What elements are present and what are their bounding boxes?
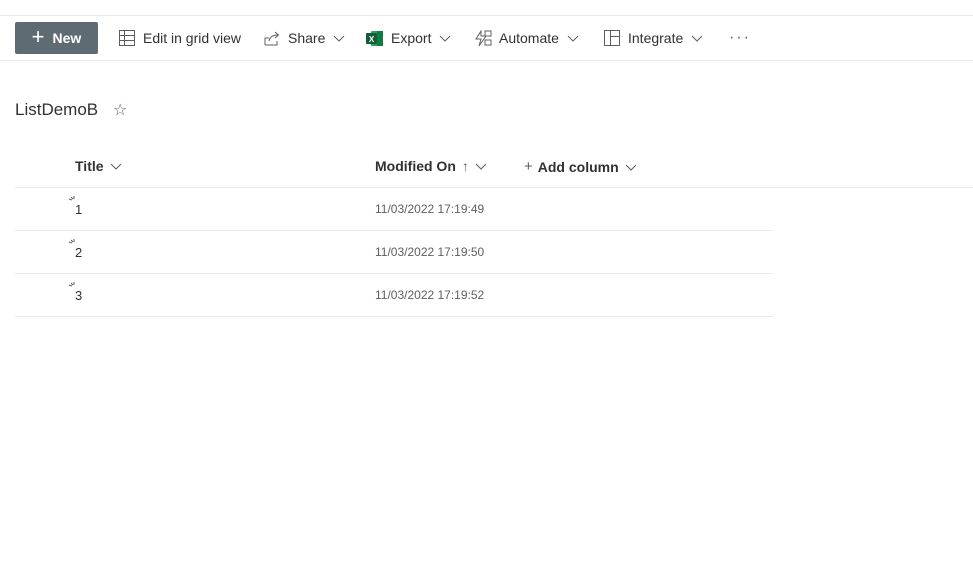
list-row[interactable]: 3 11/03/2022 17:19:52 <box>15 274 773 317</box>
export-button[interactable]: X Export <box>366 22 451 54</box>
integrate-icon <box>603 29 621 47</box>
new-button-label: New <box>52 30 82 46</box>
export-label: Export <box>391 30 432 46</box>
column-header-title-label: Title <box>75 158 104 174</box>
favorite-star-icon[interactable]: ☆ <box>113 100 127 120</box>
share-label: Share <box>288 30 326 46</box>
list-row[interactable]: 2 11/03/2022 17:19:50 <box>15 231 773 274</box>
grid-icon <box>118 29 136 47</box>
edit-grid-view-button[interactable]: Edit in grid view <box>118 22 241 54</box>
modified-on-value: 11/03/2022 17:19:52 <box>375 288 485 302</box>
list-header: Title Modified On ↑ + Add column <box>15 146 973 188</box>
automate-label: Automate <box>499 30 559 46</box>
chevron-down-icon <box>567 35 579 42</box>
excel-icon: X <box>366 29 384 47</box>
plus-icon: + <box>31 24 45 49</box>
chevron-down-icon <box>475 163 487 170</box>
chevron-down-icon <box>440 35 451 42</box>
svg-text:X: X <box>369 35 375 44</box>
chevron-down-icon <box>110 163 121 170</box>
chevron-down-icon <box>625 164 637 171</box>
list-row[interactable]: 1 11/03/2022 17:19:49 <box>15 188 773 231</box>
edit-grid-view-label: Edit in grid view <box>143 30 242 46</box>
more-options-button[interactable]: ··· <box>729 22 751 54</box>
automate-icon <box>474 29 492 47</box>
modified-on-value: 11/03/2022 17:19:49 <box>375 202 485 216</box>
add-column-button[interactable]: + Add column <box>524 158 637 175</box>
column-header-modified-label: Modified On <box>375 158 456 174</box>
plus-icon: + <box>524 158 533 175</box>
new-button[interactable]: + New <box>15 22 98 54</box>
more-icon: ··· <box>729 29 751 46</box>
chevron-down-icon <box>334 35 345 42</box>
column-header-title[interactable]: Title <box>75 158 122 174</box>
integrate-label: Integrate <box>628 30 684 46</box>
column-header-modified-on[interactable]: Modified On ↑ <box>375 158 487 174</box>
share-icon <box>263 29 281 47</box>
integrate-button[interactable]: Integrate <box>603 22 703 54</box>
page-title: ListDemoB <box>15 100 99 119</box>
chevron-down-icon <box>691 35 703 42</box>
sort-ascending-icon: ↑ <box>461 158 469 174</box>
item-title-link[interactable]: 3 <box>75 288 82 303</box>
share-button[interactable]: Share <box>263 22 345 54</box>
item-title-link[interactable]: 2 <box>75 245 82 260</box>
command-bar: + New Edit in grid view Share X Export A… <box>0 16 973 61</box>
automate-button[interactable]: Automate <box>474 22 579 54</box>
modified-on-value: 11/03/2022 17:19:50 <box>375 245 485 259</box>
add-column-label: Add column <box>537 158 619 175</box>
item-title-link[interactable]: 1 <box>75 202 82 217</box>
